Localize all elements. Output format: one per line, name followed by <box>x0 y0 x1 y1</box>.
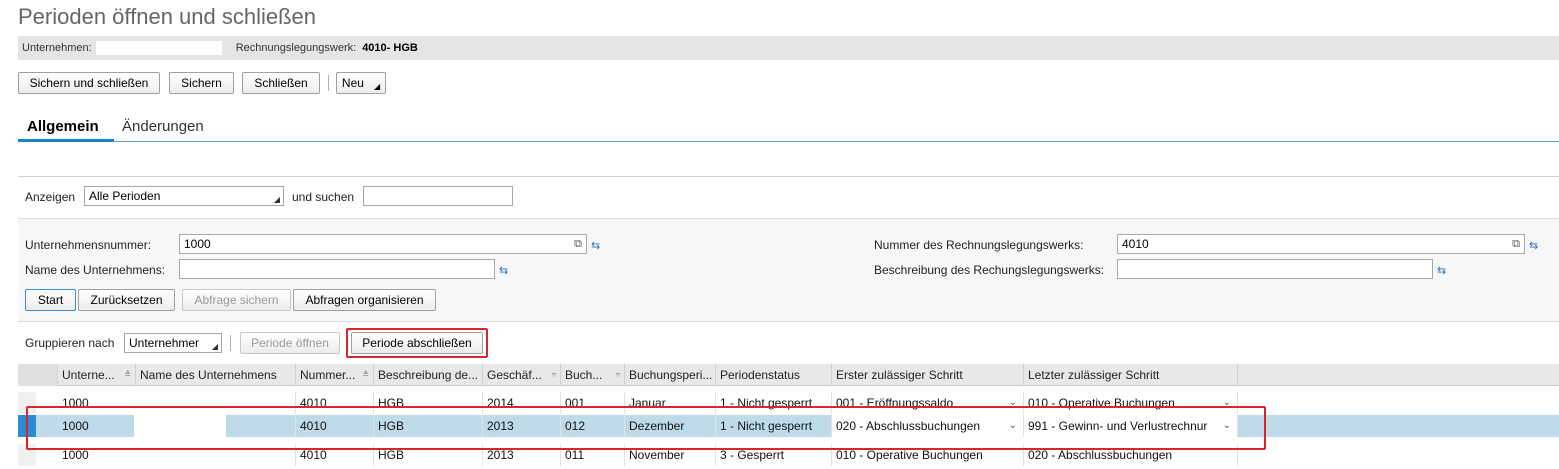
search-input[interactable] <box>363 186 513 206</box>
value-help-icon[interactable]: ⧉ <box>1512 238 1520 251</box>
highlight-box <box>26 406 1266 450</box>
toolbar-separator <box>328 75 329 91</box>
column-header[interactable]: Name des Unternehmens <box>136 364 296 386</box>
group-by-label: Gruppieren nach <box>25 336 115 350</box>
company-label: Unternehmen: <box>22 42 92 54</box>
start-button[interactable]: Start <box>25 289 76 311</box>
ledger-number-label: Nummer des Rechnungslegungswerks: <box>874 238 1084 252</box>
search-label: und suchen <box>292 190 355 204</box>
save-and-close-button[interactable]: Sichern und schließen <box>18 72 160 94</box>
column-header[interactable]: Nummer... ≜ <box>296 364 374 386</box>
company-number-input[interactable]: 1000 ⧉ <box>179 234 587 254</box>
link-icon[interactable]: ⇆ <box>1529 239 1538 252</box>
dropdown-triangle-icon: ◢ <box>373 81 381 91</box>
sort-icon: ≜ <box>362 370 369 379</box>
tab-changes[interactable]: Änderungen <box>122 118 204 135</box>
tab-bar-line <box>18 141 1559 142</box>
company-name-input[interactable] <box>179 259 495 279</box>
ledger-label: Rechnungslegungswerk: <box>235 42 357 54</box>
table-header: Unterne... ≜ Name des Unternehmens Nummer… <box>18 364 1559 386</box>
group-by-select[interactable]: Unternehmer ◢ <box>124 333 222 353</box>
column-header[interactable]: Geschäf... ▿ <box>483 364 561 386</box>
new-button-label: Neu <box>341 76 364 90</box>
tab-general[interactable]: Allgemein <box>27 118 99 135</box>
organize-queries-button[interactable]: Abfragen organisieren <box>293 289 436 311</box>
column-header[interactable]: Buch... ▿ <box>561 364 625 386</box>
header-selector-cell <box>18 364 58 386</box>
close-button[interactable]: Schließen <box>242 72 320 94</box>
company-value <box>95 41 222 55</box>
column-header[interactable]: Periodenstatus <box>716 364 832 386</box>
dropdown-triangle-icon: ◢ <box>273 195 280 204</box>
header-bar: Unternehmen: Rechnungslegungswerk: 4010-… <box>18 36 1559 60</box>
company-number-label: Unternehmensnummer: <box>25 238 152 252</box>
ledger-desc-input[interactable] <box>1117 259 1433 279</box>
sort-icon: ≜ <box>124 370 131 379</box>
value-help-icon[interactable]: ⧉ <box>574 238 582 251</box>
tab-active-indicator <box>18 139 114 142</box>
ledger-desc-label: Beschreibung des Rechungslegungswerks: <box>874 263 1105 277</box>
reset-button[interactable]: Zurücksetzen <box>78 289 175 311</box>
column-header[interactable]: Buchungsperi... <box>625 364 716 386</box>
ledger-value: 4010- HGB <box>362 42 418 54</box>
filter-icon: ▿ <box>615 370 620 379</box>
page-title: Perioden öffnen und schließen <box>18 4 317 29</box>
ledger-number-input[interactable]: 4010 ⧉ <box>1117 234 1525 254</box>
ledger-number-value: 4010 <box>1122 237 1149 251</box>
company-number-value: 1000 <box>184 237 211 251</box>
show-select[interactable]: Alle Perioden ◢ <box>84 186 284 206</box>
open-period-button[interactable]: Periode öffnen <box>240 332 340 354</box>
action-separator <box>230 335 231 351</box>
new-button[interactable]: Neu ◢ <box>336 72 386 94</box>
column-header[interactable]: Unterne... ≜ <box>58 364 136 386</box>
show-label: Anzeigen <box>25 190 76 204</box>
column-header[interactable]: Beschreibung de... <box>374 364 483 386</box>
show-select-value: Alle Perioden <box>89 189 161 203</box>
save-query-button[interactable]: Abfrage sichern <box>182 289 291 311</box>
company-name-label: Name des Unternehmens: <box>25 263 166 277</box>
group-by-value: Unternehmer <box>129 336 200 350</box>
link-icon[interactable]: ⇆ <box>591 239 600 252</box>
link-icon[interactable]: ⇆ <box>499 264 508 277</box>
link-icon[interactable]: ⇆ <box>1437 264 1446 277</box>
column-header[interactable]: Erster zulässiger Schritt <box>832 364 1024 386</box>
section-divider <box>18 176 1559 177</box>
filter-icon: ▿ <box>551 370 556 379</box>
highlight-box <box>346 328 488 358</box>
save-button[interactable]: Sichern <box>169 72 234 94</box>
column-header[interactable]: Letzter zulässiger Schritt <box>1024 364 1238 386</box>
dropdown-triangle-icon: ◢ <box>211 342 218 351</box>
